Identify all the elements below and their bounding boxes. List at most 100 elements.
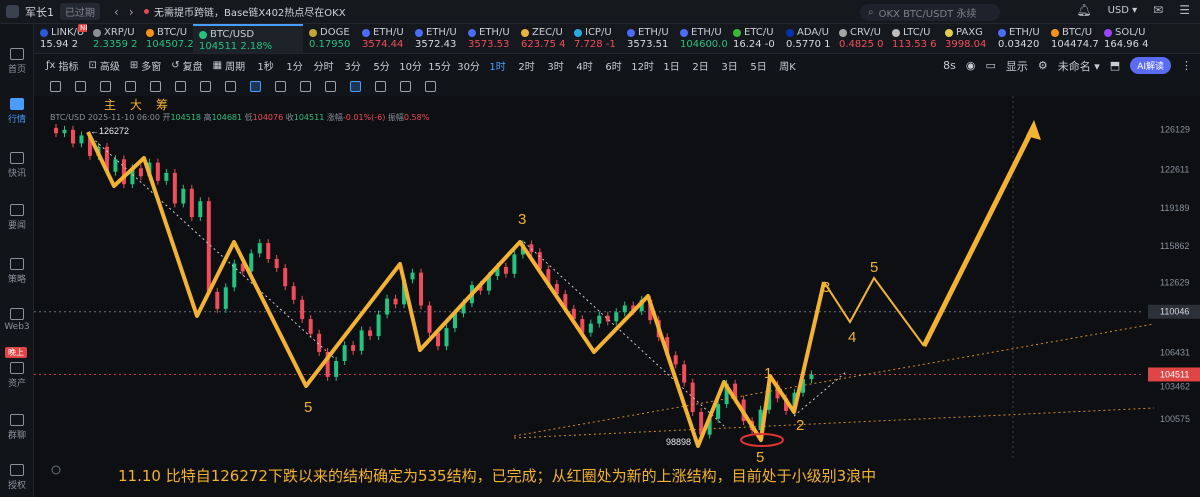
ticker-item[interactable]: BTC/USD 104511 2.18% bbox=[193, 24, 303, 53]
ray-tool-icon[interactable] bbox=[125, 80, 136, 92]
ticker-item[interactable]: ETH/U 104600.0 bbox=[674, 24, 727, 53]
ticker-item[interactable]: ZEC/U 623.75 4 bbox=[515, 24, 568, 53]
more-icon[interactable]: ⋮ bbox=[1181, 59, 1192, 72]
ticker-symbol: CRV/U bbox=[839, 27, 886, 38]
avatar[interactable] bbox=[6, 5, 19, 18]
period-tab[interactable]: 分时 bbox=[309, 58, 338, 73]
ticker-value: 0.5770 1 bbox=[786, 39, 831, 50]
period-tab[interactable]: 12时 bbox=[628, 58, 657, 73]
period-tab[interactable]: 3时 bbox=[541, 58, 570, 73]
menu-icon[interactable]: ☰ bbox=[1179, 3, 1190, 17]
sidebar-item-market[interactable]: 行情 bbox=[0, 98, 34, 125]
bell-icon[interactable]: 🔔︎ bbox=[1076, 3, 1091, 17]
period-tab[interactable]: 6时 bbox=[599, 58, 628, 73]
sidebar-item-web3[interactable]: Web3 bbox=[0, 308, 34, 332]
ticker-item[interactable]: ETH/U 3572.43 bbox=[409, 24, 462, 53]
currency-select[interactable]: USD ▾ bbox=[1108, 5, 1138, 16]
ticker-item[interactable]: BTC/U 104474.7 bbox=[1045, 24, 1098, 53]
period-tab[interactable]: 1分 bbox=[280, 58, 309, 73]
trash-tool-icon[interactable] bbox=[325, 80, 336, 92]
speed-label[interactable]: 8s bbox=[943, 59, 956, 72]
unnamed-layout-button[interactable]: 未命名 ▾ bbox=[1058, 58, 1100, 74]
ai-explain-button[interactable]: AI解读 bbox=[1130, 57, 1171, 74]
period-tab[interactable]: 1日 bbox=[657, 58, 686, 73]
chart-area[interactable]: 5 3 5 1 2 3 4 5 ←126272 98898 126129 122611 119189 11… bbox=[34, 96, 1200, 497]
period-tab[interactable]: 3分 bbox=[338, 58, 367, 73]
period-tab[interactable]: 10分 bbox=[396, 58, 425, 73]
lock-tool-icon[interactable] bbox=[275, 80, 286, 92]
period-tab[interactable]: 周K bbox=[773, 58, 802, 73]
ticker-item[interactable]: ETH/U 3574.44 bbox=[356, 24, 409, 53]
period-tab[interactable]: 1秒 bbox=[251, 58, 280, 73]
ticker-item[interactable]: XRP/U 2.3359 2 bbox=[87, 24, 140, 53]
ticker-item[interactable]: SOL/U 164.96 4 bbox=[1098, 24, 1151, 53]
parallel-tool-icon[interactable] bbox=[150, 80, 161, 92]
period-tab[interactable]: 5日 bbox=[744, 58, 773, 73]
search-input[interactable]: ⌕ OKX BTC/USDT 永续 bbox=[860, 4, 1000, 21]
period-tab[interactable]: 1时 bbox=[483, 58, 512, 73]
account-area[interactable]: 军长1 已过期 bbox=[0, 3, 110, 20]
ticker-item[interactable]: LINK/U15.94 2NEW bbox=[34, 24, 87, 53]
forward-arrow-icon[interactable]: › bbox=[129, 5, 134, 19]
brush-tool-icon[interactable] bbox=[75, 80, 86, 92]
ticker-item[interactable]: CRV/U 0.4825 0 bbox=[833, 24, 886, 53]
filter-tool-icon[interactable] bbox=[375, 80, 386, 92]
period-tab[interactable]: 30分 bbox=[454, 58, 483, 73]
ticker-item[interactable]: LTC/U 113.53 6 bbox=[886, 24, 939, 53]
news-ticker[interactable]: 无需提币跨链，Base链X402热点尽在OKX bbox=[144, 4, 346, 19]
redo-icon[interactable] bbox=[425, 80, 436, 92]
camera-icon[interactable]: ◉ bbox=[966, 59, 976, 72]
pencil-tool-icon[interactable] bbox=[50, 80, 61, 92]
sidebar-item-strategy[interactable]: 策略 bbox=[0, 258, 34, 285]
line-tool-icon[interactable] bbox=[100, 80, 111, 92]
legend-big[interactable]: 大 bbox=[130, 96, 142, 113]
ticker-item[interactable]: ETH/U 3573.51 bbox=[621, 24, 674, 53]
ticker-item[interactable]: PAXG 3998.04 bbox=[939, 24, 992, 53]
save-icon[interactable]: ⬒ bbox=[1110, 59, 1120, 72]
legend-main[interactable]: 主 bbox=[104, 96, 116, 113]
back-arrow-icon[interactable]: ‹ bbox=[114, 5, 119, 19]
settings-icon[interactable]: ⚙ bbox=[1038, 59, 1048, 72]
wave-label: 4 bbox=[848, 329, 856, 346]
ticker-item[interactable]: ETH/U 0.03420 bbox=[992, 24, 1045, 53]
legend-chips[interactable]: 筹 bbox=[156, 96, 168, 113]
ticker-value: 623.75 4 bbox=[521, 39, 566, 50]
wave-tool-icon[interactable] bbox=[250, 80, 261, 92]
ticker-item[interactable]: BTC/U 104507.2 bbox=[140, 24, 193, 53]
candlestick-chart[interactable]: 5 3 5 1 2 3 4 5 ←126272 98898 126129 122611 119189 11… bbox=[34, 96, 1200, 497]
ticker-item[interactable]: ICP/U 7.728 -1 bbox=[568, 24, 621, 53]
ticker-item[interactable]: ADA/U 0.5770 1 bbox=[780, 24, 833, 53]
multi-window-button[interactable]: ⊞ 多窗 bbox=[130, 58, 161, 73]
advanced-button[interactable]: ⊡ 高级 bbox=[88, 58, 119, 73]
period-tab[interactable]: 2日 bbox=[686, 58, 715, 73]
sidebar-item-chat[interactable]: 群聊 bbox=[0, 414, 34, 441]
y-tick-label: 112629 bbox=[1160, 277, 1189, 287]
period-tab[interactable]: 3日 bbox=[715, 58, 744, 73]
layout-icon[interactable]: ▭ bbox=[985, 59, 995, 72]
replay-button[interactable]: ↺ 复盘 bbox=[171, 58, 202, 73]
ticker-item[interactable]: ETH/U 3573.53 bbox=[462, 24, 515, 53]
period-tab[interactable]: 2时 bbox=[512, 58, 541, 73]
sidebar-item-home[interactable]: 首页 bbox=[0, 48, 34, 75]
sidebar-item-headlines[interactable]: 要闻 bbox=[0, 204, 34, 231]
account-name[interactable]: 军长1 bbox=[25, 4, 54, 20]
measure-tool-icon[interactable] bbox=[200, 80, 211, 92]
undo-icon[interactable] bbox=[400, 80, 411, 92]
ticker-item[interactable]: DOGE 0.17950 bbox=[303, 24, 356, 53]
eye-tool-icon[interactable] bbox=[300, 80, 311, 92]
fib-tool-icon[interactable] bbox=[175, 80, 186, 92]
period-tab[interactable]: 4时 bbox=[570, 58, 599, 73]
ticker-item[interactable]: ETC/U 16.24 -0 bbox=[727, 24, 780, 53]
period-tab[interactable]: 5分 bbox=[367, 58, 396, 73]
text-tool-icon[interactable] bbox=[225, 80, 236, 92]
sidebar-item-flash[interactable]: 快讯 bbox=[0, 152, 34, 179]
sidebar-item-assets[interactable]: 资产 bbox=[0, 362, 34, 389]
display-button[interactable]: 显示 bbox=[1006, 58, 1028, 74]
sidebar-item-authorize[interactable]: 授权 bbox=[0, 464, 34, 491]
magnet-tool-icon[interactable] bbox=[350, 80, 361, 92]
indicators-button[interactable]: ƒx 指标 bbox=[46, 58, 78, 73]
period-tab[interactable]: 15分 bbox=[425, 58, 454, 73]
mail-icon[interactable]: ✉ bbox=[1153, 3, 1163, 17]
news-text[interactable]: 无需提币跨链，Base链X402热点尽在OKX bbox=[154, 4, 346, 19]
period-button[interactable]: ▦ 周期 bbox=[213, 58, 245, 73]
